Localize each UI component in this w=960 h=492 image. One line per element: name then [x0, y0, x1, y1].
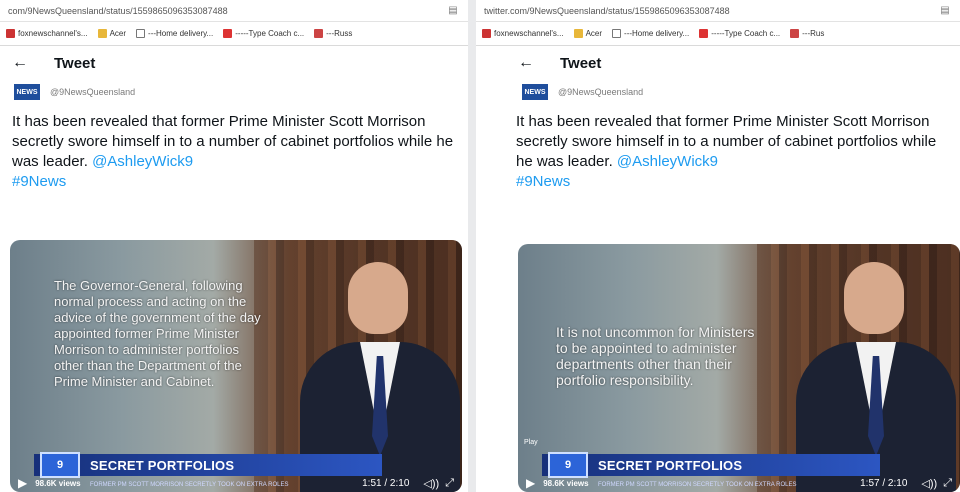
- mention-link[interactable]: @AshleyWick9: [92, 153, 193, 170]
- tweet-text: It has been revealed that former Prime M…: [0, 104, 468, 192]
- news-lower-third: 9 SECRET PORTFOLIOS: [34, 452, 382, 478]
- panel-divider: [468, 0, 476, 492]
- tweet-body: It has been revealed that former Prime M…: [516, 113, 937, 170]
- bookmark-item[interactable]: -----Type Coach c...: [699, 29, 780, 38]
- reader-icon[interactable]: ▤: [938, 5, 952, 16]
- page-title: Tweet: [560, 54, 602, 72]
- back-arrow-icon[interactable]: ←: [12, 54, 28, 72]
- bookmark-item[interactable]: ---Home delivery...: [612, 29, 689, 38]
- news-lower-third: 9 SECRET PORTFOLIOS: [542, 452, 880, 478]
- page-title: Tweet: [54, 54, 96, 72]
- mail-icon: [314, 29, 324, 38]
- bookmark-favicon-icon: [482, 29, 491, 38]
- bookmark-item[interactable]: foxnewschannel's...: [6, 29, 88, 38]
- bookmark-folder[interactable]: Acer: [573, 29, 602, 38]
- left-browser-panel: com/9NewsQueensland/status/1559865096353…: [0, 0, 468, 492]
- bookmarks-bar: foxnewschannel's... Acer ---Home deliver…: [476, 22, 960, 46]
- news-headline: SECRET PORTFOLIOS: [598, 457, 743, 473]
- video-player[interactable]: The Governor-General, following normal p…: [10, 240, 462, 492]
- bookmark-item[interactable]: ---Home delivery...: [136, 29, 213, 38]
- video-controls: ▶ 98.6K views 1:51 / 2:10 ◁)) ⤢: [10, 474, 462, 492]
- author-handle[interactable]: @9NewsQueensland: [558, 87, 643, 97]
- fullscreen-icon[interactable]: ⤢: [943, 477, 952, 490]
- video-controls: ▶ 98.6K views 1:57 / 2:10 ◁)) ⤢: [518, 474, 960, 492]
- screenshot-comparison: com/9NewsQueensland/status/1559865096353…: [0, 0, 960, 492]
- right-browser-panel: twitter.com/9NewsQueensland/status/15598…: [476, 0, 960, 492]
- tweet-text: It has been revealed that former Prime M…: [476, 104, 960, 192]
- view-count: 98.6K views: [35, 478, 81, 488]
- bookmark-favicon-icon: [223, 29, 233, 38]
- tweet-author[interactable]: NEWS @9NewsQueensland: [476, 80, 960, 104]
- bookmark-item[interactable]: ---Rus: [790, 29, 824, 38]
- mail-icon: [790, 29, 800, 38]
- tweet-author[interactable]: NEWS @9NewsQueensland: [0, 80, 468, 104]
- tweet-header: ← Tweet: [0, 46, 468, 80]
- news-headline: SECRET PORTFOLIOS: [90, 457, 235, 473]
- tweet-header: ← Tweet: [476, 46, 960, 80]
- bookmark-folder[interactable]: Acer: [97, 29, 126, 38]
- play-label[interactable]: Play: [524, 439, 538, 446]
- url-text[interactable]: twitter.com/9NewsQueensland/status/15598…: [484, 6, 938, 16]
- video-caption: It is not uncommon for Ministers to be a…: [556, 324, 755, 388]
- mention-link[interactable]: @AshleyWick9: [617, 153, 718, 170]
- url-text[interactable]: com/9NewsQueensland/status/1559865096353…: [8, 6, 446, 16]
- folder-icon: [573, 29, 583, 38]
- bookmark-item[interactable]: ---Russ: [314, 29, 352, 38]
- video-time: 1:51 / 2:10: [362, 477, 410, 489]
- view-count: 98.6K views: [543, 478, 589, 488]
- video-player[interactable]: It is not uncommon for Ministers to be a…: [518, 244, 960, 492]
- page-icon: [612, 29, 622, 38]
- bookmarks-bar: foxnewschannel's... Acer ---Home deliver…: [0, 22, 468, 46]
- head: [844, 262, 904, 334]
- fullscreen-icon[interactable]: ⤢: [445, 477, 454, 490]
- play-icon[interactable]: ▶: [18, 476, 27, 490]
- page-icon: [136, 29, 146, 38]
- folder-icon: [97, 29, 107, 38]
- back-arrow-icon[interactable]: ←: [518, 54, 534, 72]
- hashtag-link[interactable]: #9News: [516, 173, 570, 190]
- address-bar[interactable]: twitter.com/9NewsQueensland/status/15598…: [476, 0, 960, 22]
- play-icon[interactable]: ▶: [526, 476, 535, 490]
- tweet-body: It has been revealed that former Prime M…: [12, 113, 454, 170]
- author-handle[interactable]: @9NewsQueensland: [50, 87, 135, 97]
- head: [348, 262, 408, 334]
- bookmark-item[interactable]: -----Type Coach c...: [223, 29, 304, 38]
- bookmark-favicon-icon: [6, 29, 15, 38]
- volume-icon[interactable]: ◁)): [921, 477, 937, 490]
- bookmark-item[interactable]: foxnewschannel's...: [482, 29, 564, 38]
- avatar[interactable]: NEWS: [522, 84, 548, 100]
- address-bar[interactable]: com/9NewsQueensland/status/1559865096353…: [0, 0, 468, 22]
- avatar[interactable]: NEWS: [14, 84, 40, 100]
- reader-icon[interactable]: ▤: [446, 5, 460, 16]
- video-time: 1:57 / 2:10: [860, 477, 908, 489]
- video-caption: The Governor-General, following normal p…: [54, 278, 261, 389]
- hashtag-link[interactable]: #9News: [12, 173, 66, 190]
- bookmark-favicon-icon: [699, 29, 709, 38]
- volume-icon[interactable]: ◁)): [423, 477, 439, 490]
